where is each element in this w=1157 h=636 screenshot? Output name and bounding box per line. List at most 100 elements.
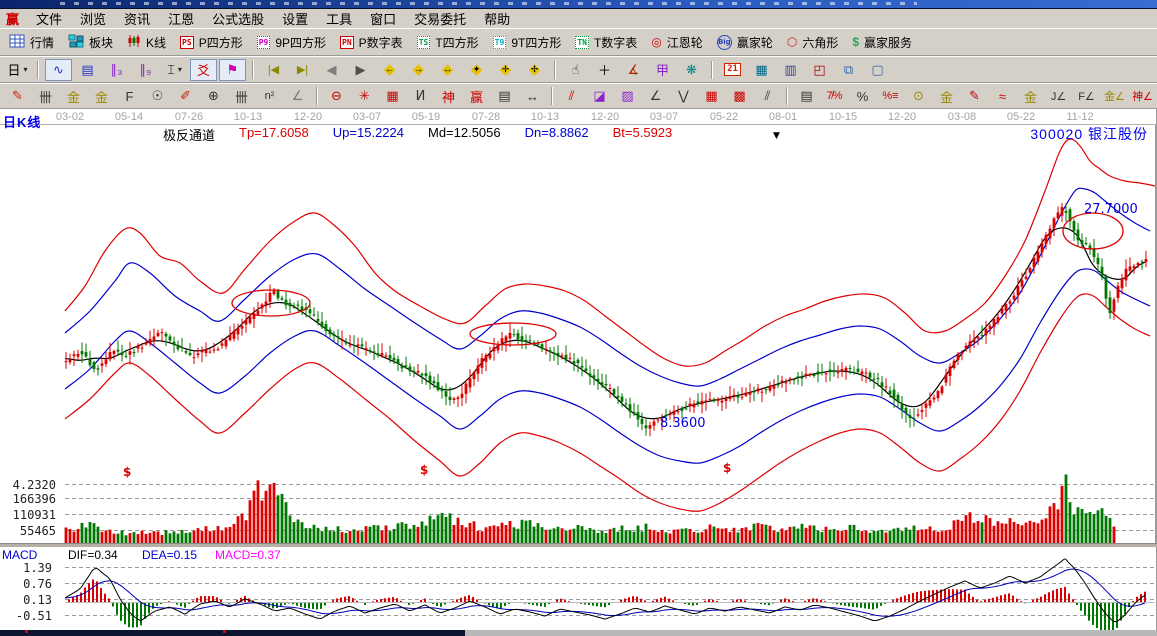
percent-7-tool-button[interactable]: 7̸% (821, 85, 848, 107)
angle-f-tool-button[interactable]: F∠ (1073, 85, 1100, 107)
crosshair-button[interactable]: ＋ (591, 59, 618, 81)
menu-item-gann[interactable]: 江恩 (159, 11, 203, 28)
trend-angle-tool-button[interactable]: ∠ (642, 85, 669, 107)
gann-box-left-button[interactable]: ◆← (376, 59, 403, 81)
golden-bar-tool-button[interactable]: 金 (1017, 85, 1044, 107)
percent-tool-button[interactable]: % (849, 85, 876, 107)
trend-angle-tool-icon: ∠ (650, 88, 662, 104)
n-square-tool-icon: n² (265, 90, 275, 102)
window-title-bar[interactable] (0, 0, 1157, 9)
menu-item-tools[interactable]: 工具 (317, 11, 361, 28)
gann-wheel-button[interactable]: ◎江恩轮 (646, 32, 710, 53)
notebook-button[interactable]: ▥ (777, 59, 804, 81)
calculator-button[interactable]: ▦ (748, 59, 775, 81)
kline-button[interactable]: K线 (122, 32, 173, 53)
p9-square-button[interactable]: P99P四方形 (252, 32, 333, 53)
p-square-button[interactable]: PSP四方形 (175, 32, 250, 53)
brush-tool-button[interactable]: ✎ (961, 85, 988, 107)
k-count-tool-button[interactable]: Ͷ (407, 85, 434, 107)
cycle-circle-tool-button[interactable]: ⊕ (200, 85, 227, 107)
period-day-button[interactable]: 日▾ (4, 59, 31, 81)
wave-3-button[interactable]: ∥₃ (103, 59, 130, 81)
menu-item-trade-orders[interactable]: 交易委托 (405, 11, 475, 28)
menu-item-file[interactable]: 文件 (27, 11, 71, 28)
angle-measure-button[interactable]: ∡ (620, 59, 647, 81)
menu-item-help[interactable]: 帮助 (475, 11, 519, 28)
gann-figure-button[interactable]: 爻 (190, 59, 217, 81)
time-ruler-tool-button[interactable]: 卌 (228, 85, 255, 107)
grid-box-tool-button[interactable]: ▩ (726, 85, 753, 107)
menu-item-browse[interactable]: 浏览 (71, 11, 115, 28)
gann-box-star-button[interactable]: ◆✢ (521, 59, 548, 81)
save-button[interactable]: ◰ (806, 59, 833, 81)
wave-9-icon: ∥₉ (140, 62, 152, 78)
menu-item-settings[interactable]: 设置 (273, 11, 317, 28)
flag-marker-button[interactable]: ⚑ (219, 59, 246, 81)
box-fan-tool-button[interactable]: ◪ (586, 85, 613, 107)
pan-hand-button[interactable]: ☝ (562, 59, 589, 81)
box-lines-tool-button[interactable]: ▨ (614, 85, 641, 107)
stat-table-tool-button[interactable]: ▤ (793, 85, 820, 107)
golden-circle-tool-button[interactable]: ⊙ (905, 85, 932, 107)
zigzag-view-icon: ∿ (53, 62, 64, 78)
smart-brain-button[interactable]: ❋ (678, 59, 705, 81)
period-day-dropdown-arrow[interactable]: ▾ (24, 65, 28, 74)
nav-next-button[interactable]: ▶ (347, 59, 374, 81)
spider-web-tool-button[interactable]: ✳ (351, 85, 378, 107)
zigzag-view-button[interactable]: ∿ (45, 59, 72, 81)
red-grid-tool-button[interactable]: ▦ (698, 85, 725, 107)
pencil-tool-button[interactable]: ✎ (4, 85, 31, 107)
winner-service-button[interactable]: $赢家服务 (847, 32, 919, 53)
ruler-123-tool-button[interactable]: ▤ (491, 85, 518, 107)
gann-costume-button[interactable]: 甲 (649, 59, 676, 81)
ying-tool-button[interactable]: 赢 (463, 85, 490, 107)
winner-wheel-button[interactable]: Big赢家轮 (712, 32, 780, 53)
shen-tool-button[interactable]: 神 (435, 85, 462, 107)
gann-box-horizontal-button[interactable]: ◆↔ (434, 59, 461, 81)
gann-box-tool-button[interactable]: ▦ (379, 85, 406, 107)
date-tick: 12-20 (294, 111, 322, 123)
menu-item-news[interactable]: 资讯 (115, 11, 159, 28)
n-square-tool-button[interactable]: n² (256, 85, 283, 107)
parallel-lines-tool-button[interactable]: ⫽ (754, 85, 781, 107)
t-number-table-button[interactable]: TNT数字表 (570, 32, 644, 53)
t-square-button[interactable]: TST四方形 (412, 32, 486, 53)
f-line-tool-button[interactable]: F (116, 85, 143, 107)
angle-fan-tool-button[interactable]: ∠ (284, 85, 311, 107)
p-number-table-button[interactable]: PNP数字表 (335, 32, 410, 53)
network-button[interactable]: ⧉ (835, 59, 862, 81)
candle-style-dropdown-arrow[interactable]: ▾ (178, 65, 182, 74)
hexagon-button[interactable]: ⬡六角形 (782, 32, 846, 53)
calendar-button[interactable]: 21 (719, 59, 746, 81)
candle-style-button[interactable]: ⌶▾ (161, 59, 188, 81)
angle-gold-tool-button[interactable]: 金∠ (1101, 85, 1128, 107)
golden-section-tool-button[interactable]: 金 (60, 85, 87, 107)
angle-shen-tool-button[interactable]: 神∠ (1129, 85, 1156, 107)
quotes-button[interactable]: 行情 (4, 32, 61, 53)
nav-last-button[interactable]: ▶| (289, 59, 316, 81)
golden-band-tool-button[interactable]: 金 (88, 85, 115, 107)
angle-j-tool-button[interactable]: J∠ (1045, 85, 1072, 107)
gann-line-tool-button[interactable]: 卌 (32, 85, 59, 107)
fan-lines-tool-button[interactable]: ⫽ (558, 85, 585, 107)
gann-box-right-button[interactable]: ◆→ (405, 59, 432, 81)
marker-pen-tool-button[interactable]: ✐ (172, 85, 199, 107)
wave-9-button[interactable]: ∥₉ (132, 59, 159, 81)
menu-item-window[interactable]: 窗口 (361, 11, 405, 28)
span-measure-tool-button[interactable]: ↔ (519, 85, 546, 107)
percent-line-tool-button[interactable]: %≡ (877, 85, 904, 107)
gann-box-cross-button[interactable]: ◆✛ (492, 59, 519, 81)
nav-first-button[interactable]: |◀ (260, 59, 287, 81)
wave-band-tool-button[interactable]: ≈ (989, 85, 1016, 107)
t9-square-button[interactable]: T99T四方形 (488, 32, 569, 53)
gann-box-expand-button[interactable]: ◆✦ (463, 59, 490, 81)
menu-item-formula-picker[interactable]: 公式选股 (203, 11, 273, 28)
info-panel-button[interactable]: ▤ (74, 59, 101, 81)
golden-line-tool-button[interactable]: 金 (933, 85, 960, 107)
remote-pc-button[interactable]: ▢ (864, 59, 891, 81)
nav-prev-button[interactable]: ◀ (318, 59, 345, 81)
target-circle-tool-button[interactable]: ⊖ (323, 85, 350, 107)
wave-v-tool-button[interactable]: ⋁ (670, 85, 697, 107)
sectors-button[interactable]: 板块 (63, 32, 120, 53)
spiral-tool-button[interactable]: ☉ (144, 85, 171, 107)
